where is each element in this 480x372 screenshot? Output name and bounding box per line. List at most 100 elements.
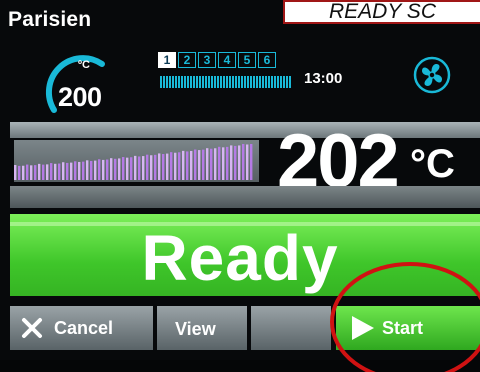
temperature-history-bar	[202, 149, 205, 180]
time-bar-tick	[283, 76, 285, 88]
temperature-history-bar	[154, 154, 157, 180]
temperature-history-bar	[38, 163, 41, 180]
temperature-history-bar	[54, 163, 57, 180]
temperature-history-bar	[122, 157, 125, 180]
temperature-history-bar	[14, 165, 17, 180]
time-bar-tick	[184, 76, 186, 88]
step-2[interactable]: 2	[178, 52, 196, 68]
temperature-history-bar	[70, 162, 73, 180]
temperature-history-bar	[206, 148, 209, 180]
time-bar-tick	[202, 76, 204, 88]
view-button-label: View	[175, 319, 216, 339]
temperature-history-bar	[118, 158, 121, 180]
step-5[interactable]: 5	[238, 52, 256, 68]
temperature-history-bar	[50, 163, 53, 180]
temperature-history-bar	[82, 161, 85, 180]
time-bar-tick	[196, 76, 198, 88]
temperature-history-bar	[62, 162, 65, 180]
time-bar-tick	[226, 76, 228, 88]
time-bar-tick	[223, 76, 225, 88]
annotation-callout: READY SC	[283, 0, 480, 24]
temperature-history-bar	[198, 150, 201, 180]
temperature-history-bar	[22, 165, 25, 180]
step-4[interactable]: 4	[218, 52, 236, 68]
temperature-history-bar	[102, 159, 105, 180]
time-bar-tick	[205, 76, 207, 88]
temperature-history-bar	[170, 152, 173, 180]
time-bar-tick	[190, 76, 192, 88]
time-bar-tick	[208, 76, 210, 88]
separator-band-lower	[10, 186, 480, 208]
time-bar-tick	[217, 76, 219, 88]
temperature-history-bar	[58, 163, 61, 180]
temperature-history-bar	[214, 148, 217, 180]
temperature-history-bar	[46, 164, 49, 180]
time-bar-tick	[253, 76, 255, 88]
time-bar-tick	[241, 76, 243, 88]
fan-icon[interactable]	[413, 56, 451, 94]
temperature-history-bar	[30, 165, 33, 180]
time-bar-tick	[247, 76, 249, 88]
time-bar-tick	[178, 76, 180, 88]
temperature-history-bar	[162, 154, 165, 180]
time-bar-tick	[229, 76, 231, 88]
time-bar-tick	[193, 76, 195, 88]
time-bar-tick	[235, 76, 237, 88]
temperature-history-bar	[182, 150, 185, 180]
start-button-label: Start	[382, 318, 424, 338]
temperature-history-bar	[238, 145, 241, 180]
temperature-history-bar	[242, 143, 245, 180]
view-button[interactable]: View	[157, 306, 247, 350]
cancel-button[interactable]: Cancel	[10, 306, 153, 350]
temperature-history-bar	[250, 144, 253, 180]
temperature-history-bar	[194, 149, 197, 180]
time-bar-tick	[187, 76, 189, 88]
start-button[interactable]: Start	[336, 306, 480, 350]
temperature-history-graph	[14, 143, 253, 180]
temperature-history-bar	[150, 155, 153, 180]
temperature-history-bar	[186, 151, 189, 180]
step-3[interactable]: 3	[198, 52, 216, 68]
step-6[interactable]: 6	[258, 52, 276, 68]
temperature-history-bar	[78, 161, 81, 180]
temperature-history-bar	[114, 158, 117, 180]
time-bar-tick	[244, 76, 246, 88]
time-bar-tick	[199, 76, 201, 88]
time-bar-tick	[232, 76, 234, 88]
temperature-history-bar	[134, 155, 137, 180]
temperature-history-bar	[18, 165, 21, 180]
time-bar-tick	[220, 76, 222, 88]
time-bar-tick	[259, 76, 261, 88]
temperature-history-bar	[246, 144, 249, 180]
time-progress-bar	[160, 76, 291, 88]
blank-button[interactable]	[251, 306, 331, 350]
temperature-history-bar	[90, 160, 93, 180]
time-bar-tick	[289, 76, 291, 88]
temperature-history-bar	[146, 154, 149, 180]
separator-band	[10, 122, 480, 138]
step-selector: 1 2 3 4 5 6	[158, 52, 276, 68]
temperature-history-bar	[190, 150, 193, 180]
temperature-history-bar	[94, 160, 97, 180]
time-bar-tick	[265, 76, 267, 88]
play-icon	[352, 316, 374, 340]
time-bar-tick	[238, 76, 240, 88]
temperature-history-bar	[178, 152, 181, 180]
annotation-callout-text: READY SC	[329, 0, 436, 23]
temperature-history-bar	[106, 159, 109, 180]
step-1[interactable]: 1	[158, 52, 176, 68]
time-bar-tick	[214, 76, 216, 88]
time-bar-tick	[268, 76, 270, 88]
temperature-history-bar	[226, 146, 229, 180]
time-bar-tick	[172, 76, 174, 88]
time-bar-tick	[277, 76, 279, 88]
time-bar-tick	[286, 76, 288, 88]
setpoint-gauge[interactable]: ºC 200	[40, 46, 130, 118]
temperature-history-bar	[158, 153, 161, 180]
time-bar-tick	[262, 76, 264, 88]
time-bar-tick	[181, 76, 183, 88]
time-bar-tick	[175, 76, 177, 88]
time-bar-tick	[250, 76, 252, 88]
time-bar-tick	[166, 76, 168, 88]
time-bar-tick	[160, 76, 162, 88]
